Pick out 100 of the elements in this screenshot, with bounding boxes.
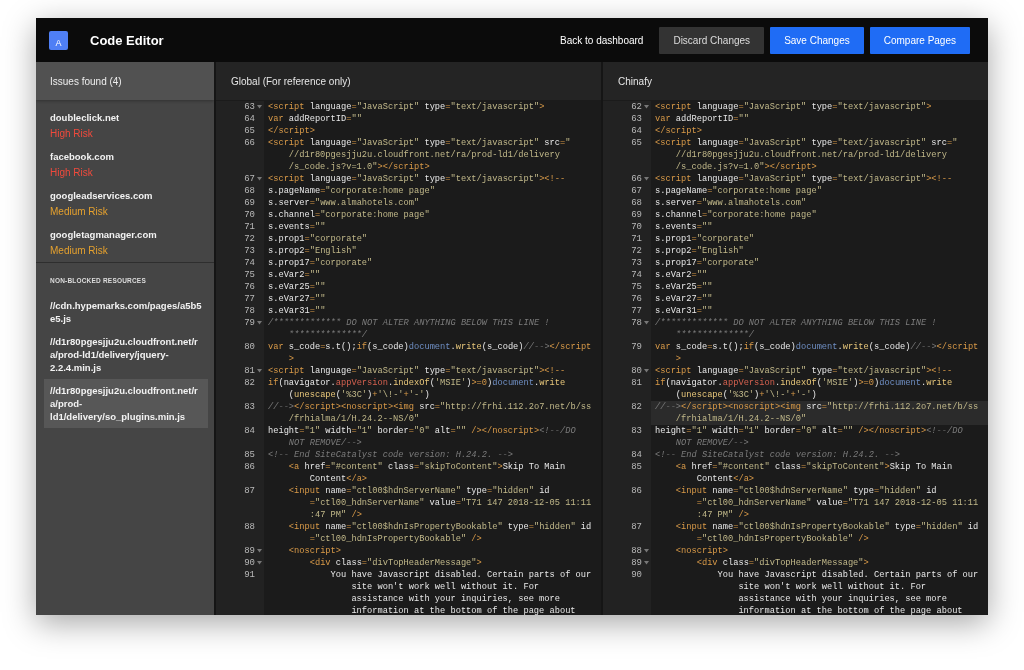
code-line: /frhialma/1/H.24.2--NS/0" [287, 413, 421, 425]
line-number: 73 [244, 245, 255, 257]
code-line: /s_code.js?v=1.0"></script> [674, 161, 818, 173]
line-number: 72 [631, 245, 642, 257]
code-line: //--></script><noscript><img src="http://frhi.112.2o7.net/b/ss [268, 401, 593, 413]
issue-domain[interactable]: facebook.com [50, 151, 200, 162]
fold-arrow-icon[interactable] [257, 105, 262, 109]
line-number: 86 [244, 461, 255, 473]
fold-arrow-icon[interactable] [257, 369, 262, 373]
line-number: 76 [631, 293, 642, 305]
code-line: s.pageName="corporate:home page" [655, 185, 823, 197]
action-button[interactable]: Discard Changes [659, 26, 765, 54]
code-line: site won't work well without it. For [737, 581, 928, 593]
code-line: s.eVar25="" [268, 281, 327, 293]
issues-heading: Issues found (4) [50, 75, 122, 87]
code-line: /************* DO NOT ALTER ANYTHING BELOW THIS LINE ! [655, 317, 938, 329]
line-number: 67 [631, 185, 642, 197]
code-line: <div class="divTopHeaderMessage"> [695, 557, 870, 569]
resource-item[interactable]: //cdn.hypemarks.com/pages/a5b5e5.js [44, 294, 208, 330]
code-line: <input name="ctl00$hdnServerName" type="hidden" id [674, 485, 938, 497]
code-line: height="1" width="1" border="0" alt="" /></noscript><!--/DO [655, 425, 964, 437]
code-line: <script language="JavaScript" type="text/javascript"><!-- [655, 365, 954, 377]
code-line: /s_code.js?v=1.0"></script> [287, 161, 431, 173]
line-number: 85 [631, 461, 642, 473]
panel-title: Global (For reference only) [231, 75, 351, 87]
code-line: site won't work well without it. For [350, 581, 541, 593]
line-number: 82 [244, 377, 255, 389]
line-number: 64 [244, 113, 255, 125]
code-line: s.eVar2="" [655, 269, 709, 281]
code-line: <script language="JavaScript" type="text/javascript"><!-- [268, 173, 567, 185]
line-number: 83 [244, 401, 255, 413]
code-line: if(navigator.appVersion.indexOf('MSIE')>=0)document.write [655, 377, 954, 389]
resource-item[interactable]: //d1r80pgesjju2u.cloudfront.net/ra/prod-ld1/delivery/so_plugins.min.js [44, 379, 208, 428]
fold-arrow-icon[interactable] [644, 177, 649, 181]
code-line: s.eVar31="" [268, 305, 327, 317]
code-line: s.channel="corporate:home page" [655, 209, 818, 221]
line-number: 78 [631, 317, 642, 329]
issue-domain[interactable]: doubleclick.net [50, 112, 200, 123]
code-line: <input name="ctl00$hdnIsPropertyBookable" type="hidden" id [287, 521, 593, 533]
code-line: ="ctl00_hdnIsPropertyBookable" /> [308, 533, 483, 545]
code-line: Content</a> [308, 473, 369, 485]
code-line: Content</a> [695, 473, 756, 485]
fold-arrow-icon[interactable] [644, 561, 649, 565]
fold-arrow-icon[interactable] [644, 321, 649, 325]
line-number: 71 [631, 233, 642, 245]
risk-label: High Risk [50, 167, 94, 178]
code-line: > [674, 353, 683, 365]
line-number: 88 [631, 545, 642, 557]
line-number: 84 [244, 425, 255, 437]
line-number: 76 [244, 281, 255, 293]
line-number: 66 [244, 137, 255, 149]
code-line: <noscript> [287, 545, 342, 557]
line-number: 70 [244, 209, 255, 221]
line-number: 86 [631, 485, 642, 497]
line-number: 62 [631, 101, 642, 113]
action-button[interactable]: Save Changes [770, 26, 864, 54]
fold-arrow-icon[interactable] [257, 321, 262, 325]
line-number: 80 [631, 365, 642, 377]
action-button[interactable]: Compare Pages [869, 26, 970, 54]
code-line: ="ctl00_hdnServerName" value="T71 147 2018-12-05 11:11 [308, 497, 593, 509]
code-line: /frhialma/1/H.24.2--NS/0" [674, 413, 808, 425]
line-number: 88 [244, 521, 255, 533]
fold-arrow-icon[interactable] [644, 549, 649, 553]
code-line: ="ctl00_hdnServerName" value="T71 147 2018-12-05 11:11 [695, 497, 980, 509]
line-number: 74 [244, 257, 255, 269]
code-line: s.server="www.almahotels.com" [268, 197, 421, 209]
code-line: s.server="www.almahotels.com" [655, 197, 808, 209]
code-line: //d1r80pgesjju2u.cloudfront.net/ra/prod-ld1/delivery [674, 149, 948, 161]
fold-arrow-icon[interactable] [257, 549, 262, 553]
fold-arrow-icon[interactable] [644, 105, 649, 109]
risk-label: Medium Risk [50, 206, 109, 217]
code-line: s.eVar31="" [655, 305, 714, 317]
line-number: 68 [244, 185, 255, 197]
code-line: <input name="ctl00$hdnIsPropertyBookable" type="hidden" id [674, 521, 980, 533]
line-number: 73 [631, 257, 642, 269]
app-logo: A [49, 30, 68, 50]
code-line: //--></script><noscript><img src="http://frhi.112.2o7.net/b/ss [655, 401, 980, 413]
code-line: /************* DO NOT ALTER ANYTHING BELOW THIS LINE ! [268, 317, 551, 329]
fold-arrow-icon[interactable] [257, 561, 262, 565]
code-line: <script language="JavaScript" type="text/javascript"><!-- [268, 365, 567, 377]
line-number: 82 [631, 401, 642, 413]
line-number: 90 [631, 569, 642, 581]
code-line: </script> [655, 125, 703, 137]
code-line: <script language="JavaScript" type="text/javascript"> [268, 101, 546, 113]
line-number: 75 [244, 269, 255, 281]
risk-label: High Risk [50, 128, 94, 139]
issue-domain[interactable]: googleadservices.com [50, 190, 200, 201]
back-link[interactable]: Back to dashboard [550, 26, 654, 54]
code-line: var addReportID="" [655, 113, 750, 125]
code-line: s.events="" [655, 221, 714, 233]
code-line: //d1r80pgesjju2u.cloudfront.net/ra/prod-ld1/delivery [287, 149, 561, 161]
line-number: 63 [244, 101, 255, 113]
line-number: 79 [244, 317, 255, 329]
code-line: (unescape('%3C')+'\!-'+'-') [674, 389, 818, 401]
fold-arrow-icon[interactable] [257, 177, 262, 181]
fold-arrow-icon[interactable] [644, 369, 649, 373]
issue-domain[interactable]: googletagmanager.com [50, 229, 200, 240]
line-number: 87 [631, 521, 642, 533]
resource-item[interactable]: //d1r80pgesjju2u.cloudfront.net/ra/prod-ld1/delivery/jquery-2.2.4.min.js [44, 330, 208, 379]
line-number: 71 [244, 221, 255, 233]
